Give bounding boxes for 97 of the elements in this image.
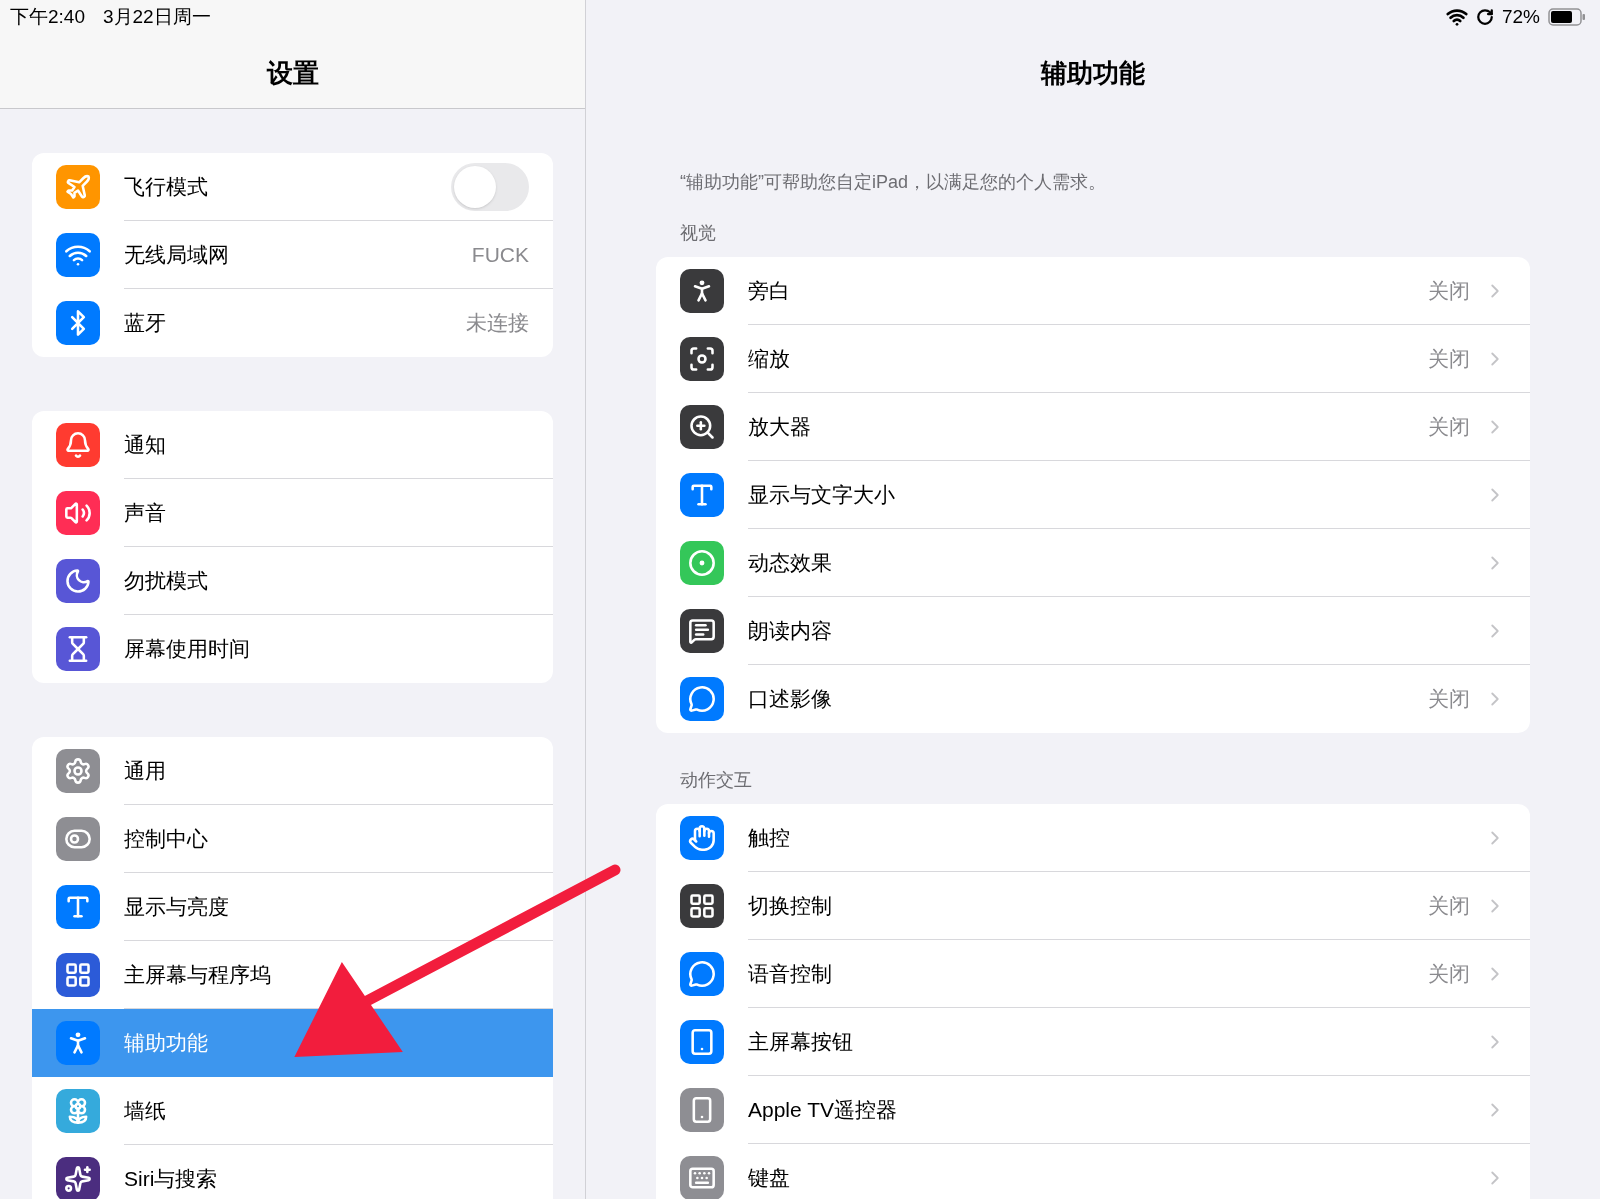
section-header: 动作交互 [680, 770, 752, 790]
row-label: 朗读内容 [748, 617, 833, 644]
row-label: 语音控制 [748, 960, 833, 987]
settings-row[interactable]: 无线局域网 FUCK [32, 221, 553, 289]
notification-icon [56, 423, 100, 467]
settings-row[interactable]: 显示与亮度 [32, 873, 553, 941]
grid-icon [680, 884, 724, 928]
row-label: 辅助功能 [124, 1030, 209, 1057]
accessibility-icon [56, 1021, 100, 1065]
sidebar-title: 设置 [266, 56, 319, 90]
settings-row[interactable]: 飞行模式 [32, 153, 553, 221]
settings-row[interactable]: 通用 [32, 737, 553, 805]
hand-icon [680, 816, 724, 860]
settings-row[interactable]: 显示与文字大小 [656, 461, 1530, 529]
row-label: 触控 [748, 824, 791, 851]
remote-icon [680, 1088, 724, 1132]
status-time: 下午2:40 [10, 5, 85, 29]
page-title: 辅助功能 [1041, 56, 1145, 90]
grid-icon [56, 953, 100, 997]
row-label: 通用 [124, 757, 167, 784]
row-label: 屏幕使用时间 [124, 636, 251, 663]
settings-row[interactable]: 旁白 关闭 [656, 257, 1530, 325]
settings-row[interactable]: Apple TV遥控器 [656, 1076, 1530, 1144]
speaker-icon [56, 491, 100, 535]
settings-row[interactable]: 朗读内容 [656, 597, 1530, 665]
row-label: 切换控制 [748, 892, 833, 919]
row-label: 动态效果 [748, 549, 833, 576]
settings-row[interactable]: 蓝牙 未连接 [32, 289, 553, 357]
hourglass-icon [56, 627, 100, 671]
description-text: “辅助功能”可帮助您自定iPad，以满足您的个人需求。 [679, 171, 1107, 194]
magnifier-icon [680, 405, 724, 449]
row-label: Apple TV遥控器 [748, 1096, 898, 1123]
section-header: 视觉 [680, 223, 716, 243]
status-date: 3月22日周一 [103, 5, 211, 29]
row-value: 关闭 [1428, 892, 1470, 919]
row-label: 显示与文字大小 [748, 481, 896, 508]
row-label: 声音 [124, 499, 167, 526]
speech-bubble-icon [680, 609, 724, 653]
row-value: FUCK [471, 241, 529, 268]
row-value: 关闭 [1428, 345, 1470, 372]
wifi-icon [1445, 6, 1468, 29]
settings-row[interactable]: 动态效果 [656, 529, 1530, 597]
settings-row[interactable]: 语音控制 关闭 [656, 940, 1530, 1008]
gear-icon [56, 749, 100, 793]
voice-icon [680, 952, 724, 996]
settings-row[interactable]: 屏幕使用时间 [32, 615, 553, 683]
settings-row[interactable]: 口述影像 关闭 [656, 665, 1530, 733]
row-label: 口述影像 [748, 686, 833, 713]
row-label: Siri与搜索 [124, 1166, 219, 1193]
row-label: 蓝牙 [124, 310, 167, 337]
row-label: 缩放 [748, 345, 791, 372]
settings-row[interactable]: 主屏幕按钮 [656, 1008, 1530, 1076]
settings-row[interactable]: 通知 [32, 411, 553, 479]
rotation-lock-icon [1475, 8, 1494, 27]
settings-row[interactable]: 切换控制 关闭 [656, 872, 1530, 940]
settings-row[interactable]: 墙纸 [32, 1077, 553, 1145]
settings-row[interactable]: Siri与搜索 [32, 1145, 553, 1199]
wifi-icon [56, 233, 100, 277]
chat-bubble-icon [680, 677, 724, 721]
row-label: 通知 [124, 431, 167, 458]
row-value: 未连接 [466, 310, 529, 337]
flower-icon [56, 1089, 100, 1133]
moon-icon [56, 559, 100, 603]
row-label: 显示与亮度 [124, 893, 230, 920]
tablet-icon [680, 1020, 724, 1064]
settings-row[interactable]: 缩放 关闭 [656, 325, 1530, 393]
row-label: 放大器 [748, 413, 812, 440]
settings-row[interactable]: 勿扰模式 [32, 547, 553, 615]
switches-icon [56, 817, 100, 861]
battery-percent: 72% [1501, 5, 1540, 29]
row-value: 关闭 [1428, 413, 1470, 440]
battery-icon [1548, 8, 1586, 27]
row-label: 主屏幕按钮 [748, 1028, 854, 1055]
zoom-target-icon [680, 337, 724, 381]
row-label: 飞行模式 [124, 173, 209, 200]
row-value: 关闭 [1428, 960, 1470, 987]
row-label: 勿扰模式 [124, 567, 209, 594]
row-label: 主屏幕与程序坞 [124, 961, 272, 988]
row-label: 无线局域网 [124, 241, 230, 268]
plane-icon [56, 165, 100, 209]
text-size-icon [56, 885, 100, 929]
motion-icon [680, 541, 724, 585]
row-value: 关闭 [1428, 686, 1470, 713]
row-label: 墙纸 [124, 1097, 167, 1124]
row-label: 旁白 [748, 277, 791, 304]
settings-row[interactable]: 放大器 关闭 [656, 393, 1530, 461]
toggle-switch[interactable] [451, 162, 529, 211]
person-icon [680, 269, 724, 313]
row-label: 控制中心 [124, 825, 209, 852]
settings-row[interactable]: 键盘 [656, 1144, 1530, 1199]
text-size-icon [680, 473, 724, 517]
row-value: 关闭 [1428, 277, 1470, 304]
settings-row[interactable]: 触控 [656, 804, 1530, 872]
row-label: 键盘 [748, 1165, 791, 1192]
settings-row[interactable]: 声音 [32, 479, 553, 547]
settings-row[interactable]: 控制中心 [32, 805, 553, 873]
bluetooth-icon [56, 301, 100, 345]
